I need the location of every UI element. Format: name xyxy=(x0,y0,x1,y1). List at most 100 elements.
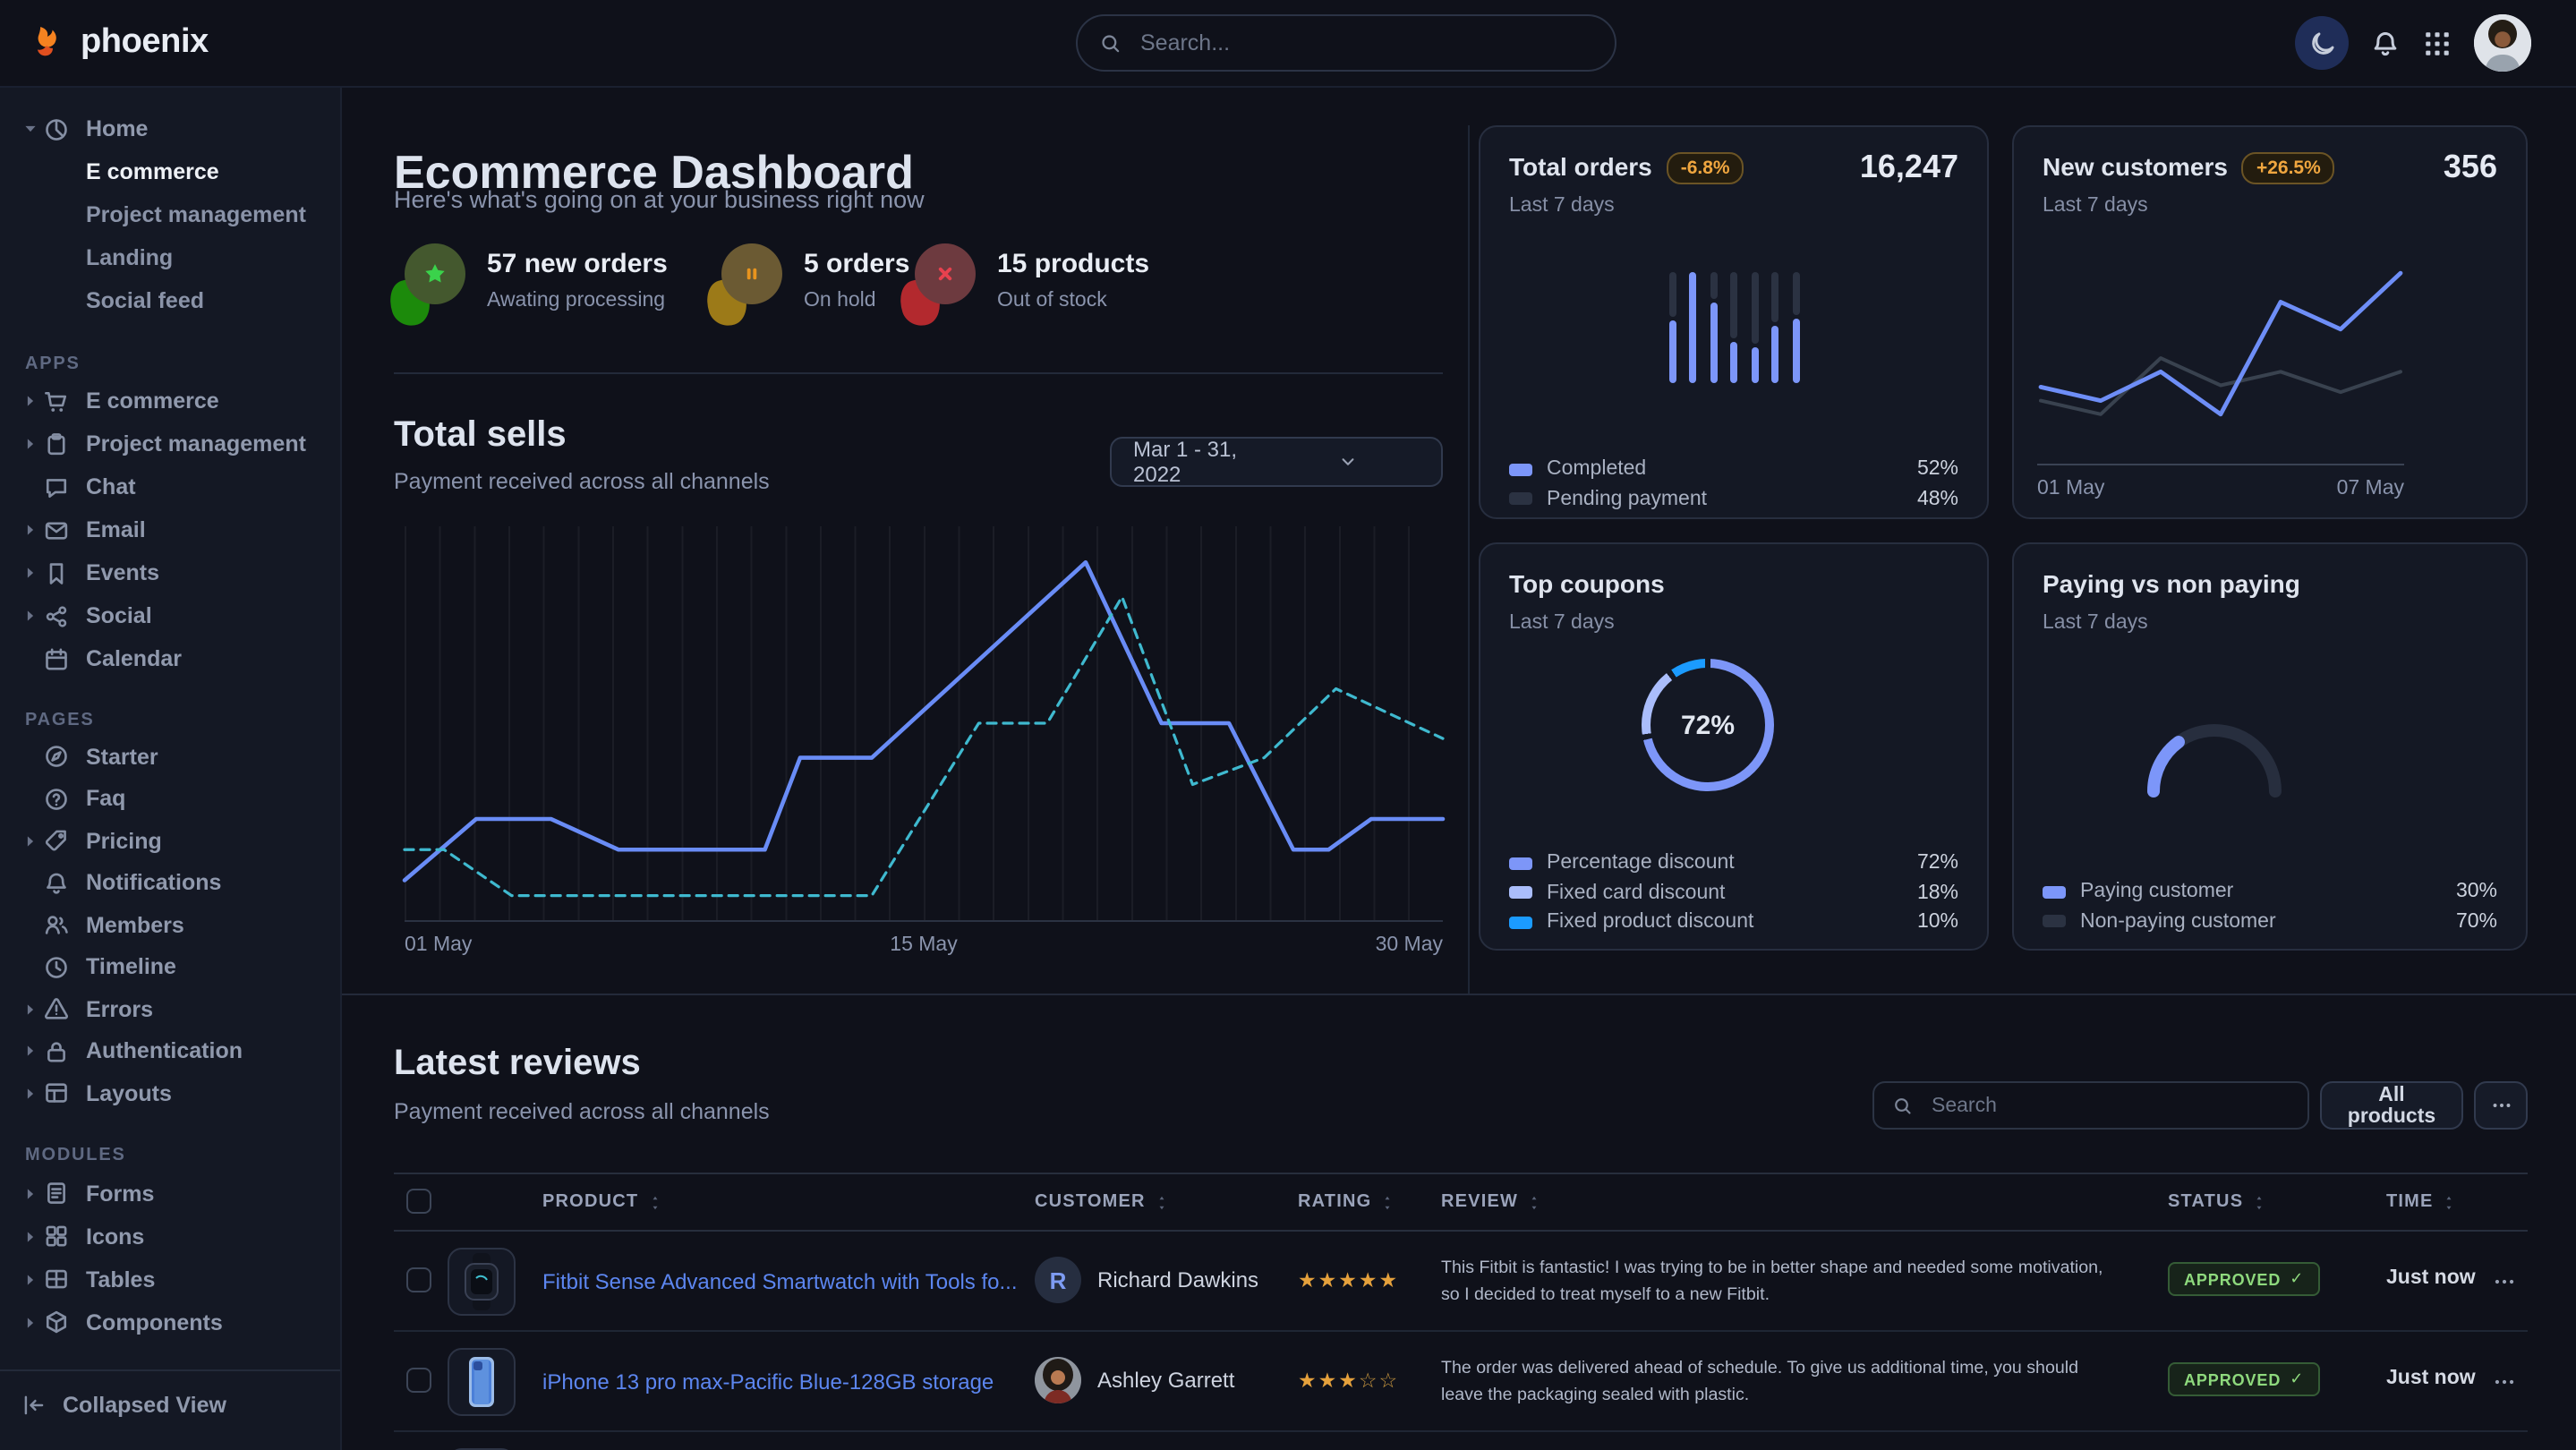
sidebar-item-components[interactable]: Components xyxy=(14,1301,326,1343)
review-text: This Fitbit is fantastic! I was trying t… xyxy=(1441,1255,2103,1309)
review-text: The order was delivered ahead of schedul… xyxy=(1441,1355,2078,1409)
all-products-button[interactable]: All products xyxy=(2320,1081,2463,1130)
sidebar-item-tables[interactable]: Tables xyxy=(14,1258,326,1301)
sidebar-item-chat[interactable]: Chat xyxy=(14,465,326,508)
row-menu-icon[interactable] xyxy=(2492,1369,2517,1395)
sidebar-item-social[interactable]: Social xyxy=(14,594,326,637)
sidebar-item-authentication[interactable]: Authentication xyxy=(14,1030,326,1072)
sidebar-item-members[interactable]: Members xyxy=(14,904,326,946)
row-menu-icon[interactable] xyxy=(2492,1269,2517,1294)
layout-icon xyxy=(43,1080,70,1107)
customer-name: Richard Dawkins xyxy=(1097,1267,1258,1292)
column-header-time[interactable]: TIME xyxy=(2386,1174,2459,1230)
legend: Completed 52% Pending payment 48% xyxy=(1509,455,1958,514)
global-search-input[interactable] xyxy=(1137,29,1593,57)
global-search[interactable] xyxy=(1076,14,1616,72)
delta-badge: +26.5% xyxy=(2242,152,2335,184)
select-all-checkbox[interactable] xyxy=(406,1189,431,1214)
sidebar-item-email[interactable]: Email xyxy=(14,508,326,551)
sidebar-item-social-feed[interactable]: Social feed xyxy=(14,279,326,322)
compass-icon xyxy=(43,744,70,771)
card-period: Last 7 days xyxy=(2043,195,2148,217)
card-period: Last 7 days xyxy=(1509,195,1615,217)
sidebar-item-pricing[interactable]: Pricing xyxy=(14,820,326,862)
form-file-icon xyxy=(43,1180,70,1207)
sidebar-nav: Home E commerce Project management Landi… xyxy=(0,107,340,1343)
date-range-select[interactable]: Mar 1 - 31, 2022 xyxy=(1110,437,1443,487)
sidebar-item-icons[interactable]: Icons xyxy=(14,1215,326,1258)
card-value: 356 xyxy=(2444,149,2497,186)
review-time: Just now xyxy=(2386,1368,2476,1389)
latest-reviews-title: Latest reviews xyxy=(394,1044,641,1085)
collapse-sidebar-button[interactable]: Collapsed View xyxy=(21,1380,226,1430)
sidebar-item-apps-project-management[interactable]: Project management xyxy=(14,422,326,465)
legend: Paying customer 30% Non-paying customer … xyxy=(2043,877,2497,936)
column-header-rating[interactable]: RATING xyxy=(1298,1174,1396,1230)
customer-name: Ashley Garrett xyxy=(1097,1368,1234,1393)
sidebar-item-faq[interactable]: Faq xyxy=(14,778,326,820)
collapse-icon xyxy=(21,1393,47,1418)
stat-caption: Awating processing xyxy=(487,290,668,311)
sidebar-item-apps-ecommerce[interactable]: E commerce xyxy=(14,380,326,422)
row-checkbox[interactable] xyxy=(406,1368,431,1393)
legend-row: Fixed card discount 18% xyxy=(1509,878,1958,908)
row-checkbox[interactable] xyxy=(406,1267,431,1292)
new-customers-x-axis: 01 May 07 May xyxy=(2037,478,2404,499)
column-header-product[interactable]: PRODUCT xyxy=(542,1174,663,1230)
product-thumbnail[interactable] xyxy=(448,1248,516,1316)
sidebar-item-ecommerce-dashboard[interactable]: E commerce xyxy=(14,150,326,193)
card-title: Paying vs non paying xyxy=(2043,569,2300,598)
sidebar-item-home[interactable]: Home xyxy=(14,107,326,150)
card-title: Total orders-6.8% xyxy=(1509,152,1744,184)
sidebar-item-starter[interactable]: Starter xyxy=(14,736,326,778)
total-orders-bar-chart xyxy=(1668,272,1799,383)
table-icon xyxy=(43,1266,70,1292)
top-coupons-donut-chart: 72% xyxy=(1642,659,1774,791)
sidebar-item-calendar[interactable]: Calendar xyxy=(14,637,326,680)
customer-avatar[interactable] xyxy=(1035,1357,1081,1403)
legend-swatch xyxy=(2043,916,2066,928)
review-row-partial xyxy=(394,1432,2528,1450)
product-link[interactable]: Fitbit Sense Advanced Smartwatch with To… xyxy=(542,1269,1018,1294)
apps-menu-button[interactable] xyxy=(2422,28,2452,58)
user-avatar[interactable] xyxy=(2474,14,2531,72)
card-title: New customers+26.5% xyxy=(2043,152,2335,184)
column-header-review[interactable]: REVIEW xyxy=(1441,1174,1543,1230)
page-subtitle: Here's what's going on at your business … xyxy=(394,186,925,213)
column-header-customer[interactable]: CUSTOMER xyxy=(1035,1174,1171,1230)
sidebar-item-project-management-dashboard[interactable]: Project management xyxy=(14,193,326,236)
legend-swatch xyxy=(1509,917,1532,929)
reviews-search[interactable] xyxy=(1872,1081,2309,1130)
customer-avatar[interactable]: R xyxy=(1035,1257,1081,1303)
reviews-more-button[interactable] xyxy=(2474,1081,2528,1130)
sidebar-item-events[interactable]: Events xyxy=(14,551,326,594)
caret-right-icon xyxy=(21,521,39,539)
sidebar-section-pages: PAGES xyxy=(14,704,326,736)
new-customers-chart-area xyxy=(2037,256,2404,430)
sidebar-item-timeline[interactable]: Timeline xyxy=(14,946,326,988)
stat-new-orders: 57 new orders Awating processing xyxy=(397,243,668,326)
pause-icon xyxy=(739,261,764,286)
legend-row: Paying customer 30% xyxy=(2043,877,2497,907)
sidebar-section-modules: MODULES xyxy=(14,1139,326,1172)
notifications-button[interactable] xyxy=(2370,28,2401,58)
app-window: phoenix Home xyxy=(0,0,2576,1450)
card-new-customers: New customers+26.5% 356 Last 7 days 01 M… xyxy=(2012,125,2528,519)
clipboard-icon xyxy=(43,431,70,457)
sidebar-item-layouts[interactable]: Layouts xyxy=(14,1072,326,1114)
sidebar-item-errors[interactable]: Errors xyxy=(14,988,326,1030)
product-link[interactable]: iPhone 13 pro max-Pacific Blue-128GB sto… xyxy=(542,1369,994,1395)
sidebar-item-forms[interactable]: Forms xyxy=(14,1172,326,1215)
box-icon xyxy=(43,1309,70,1335)
stat-value: 5 orders xyxy=(804,249,909,279)
sidebar-item-notifications[interactable]: Notifications xyxy=(14,862,326,904)
sort-icon xyxy=(645,1193,663,1211)
reviews-search-input[interactable] xyxy=(1928,1093,2290,1118)
sidebar-item-landing[interactable]: Landing xyxy=(14,236,326,279)
bell-icon xyxy=(43,870,70,897)
theme-toggle-button[interactable] xyxy=(2295,16,2349,70)
brand[interactable]: phoenix xyxy=(29,0,209,86)
review-time: Just now xyxy=(2386,1267,2476,1289)
product-thumbnail[interactable] xyxy=(448,1348,516,1416)
column-header-status[interactable]: STATUS xyxy=(2168,1174,2268,1230)
